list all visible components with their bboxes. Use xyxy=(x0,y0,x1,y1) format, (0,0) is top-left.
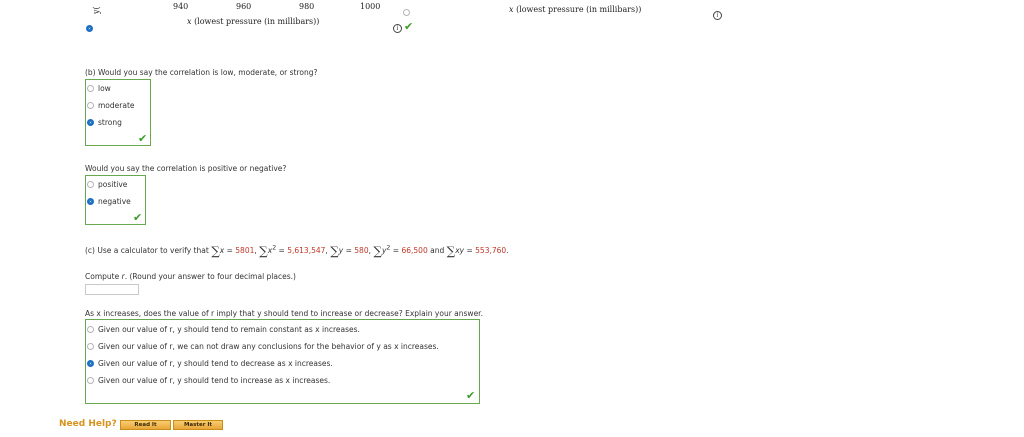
option-no-conclusion-label: Given our value of r, we can not draw an… xyxy=(98,342,439,351)
x-axis-label-right: x (lowest pressure (in millibars)) xyxy=(509,5,641,14)
sum-y-value: 580 xyxy=(354,246,369,255)
option-moderate-label: moderate xyxy=(98,101,135,110)
read-it-button[interactable]: Read It xyxy=(120,420,171,430)
option-constant[interactable]: Given our value of r, y should tend to r… xyxy=(87,325,360,334)
correct-check-icon: ✔ xyxy=(404,20,414,33)
option-increase[interactable]: Given our value of r, y should tend to i… xyxy=(87,376,330,385)
sigma-icon: ∑ xyxy=(211,244,220,258)
sigma-icon: ∑ xyxy=(330,244,339,258)
x-tick-1000: 1000 xyxy=(360,2,381,11)
r-answer-input[interactable] xyxy=(85,284,139,295)
x-axis-text: (lowest pressure (in millibars)) xyxy=(194,17,320,26)
option-negative[interactable]: negative xyxy=(87,197,131,206)
option-moderate[interactable]: moderate xyxy=(87,101,135,110)
option-negative-label: negative xyxy=(98,197,131,206)
x-axis-var-right: x xyxy=(509,5,514,14)
part-c-question: As x increases, does the value of r impl… xyxy=(85,309,483,318)
option-strong-label: strong xyxy=(98,118,122,127)
option-constant-label: Given our value of r, y should tend to r… xyxy=(98,325,360,334)
radio-increase[interactable] xyxy=(87,377,94,384)
part-c-sums: (c) Use a calculator to verify that ∑x =… xyxy=(85,244,509,258)
graph-choice-radio[interactable] xyxy=(403,9,410,16)
correct-check-icon: ✔ xyxy=(138,132,148,145)
x-axis-text-right: (lowest pressure (in millibars)) xyxy=(516,5,642,14)
option-low[interactable]: low xyxy=(87,84,111,93)
sigma-icon: ∑ xyxy=(373,244,382,258)
y-axis-label-fragment: y( xyxy=(92,6,101,14)
compute-prefix: Compute xyxy=(85,272,120,281)
radio-positive[interactable] xyxy=(87,181,94,188)
correct-check-icon: ✔ xyxy=(133,211,143,224)
option-positive[interactable]: positive xyxy=(87,180,127,189)
sum-x2-value: 5,613,547 xyxy=(287,246,326,255)
x-axis-label-left: x (lowest pressure (in millibars)) xyxy=(187,17,319,26)
option-positive-label: positive xyxy=(98,180,128,189)
sigma-icon: ∑ xyxy=(259,244,268,258)
radio-constant[interactable] xyxy=(87,326,94,333)
option-strong[interactable]: strong xyxy=(87,118,122,127)
x-tick-980: 980 xyxy=(299,2,315,11)
radio-no-conclusion[interactable] xyxy=(87,343,94,350)
x-tick-940: 940 xyxy=(173,2,189,11)
need-help-label: Need Help? xyxy=(59,419,117,429)
sigma-icon: ∑ xyxy=(446,244,456,258)
info-icon[interactable]: i xyxy=(393,24,402,33)
master-it-button[interactable]: Master It xyxy=(173,420,223,430)
graph-choice-radio-selected[interactable] xyxy=(86,25,93,32)
option-increase-label: Given our value of r, y should tend to i… xyxy=(98,376,331,385)
part-c-prefix: (c) Use a calculator to verify that xyxy=(85,246,209,255)
part-b-question-2: Would you say the correlation is positiv… xyxy=(85,164,287,173)
compute-suffix: . (Round your answer to four decimal pla… xyxy=(124,272,296,281)
radio-strong[interactable] xyxy=(87,119,94,126)
correct-check-icon: ✔ xyxy=(466,389,476,402)
option-low-label: low xyxy=(98,84,111,93)
radio-negative[interactable] xyxy=(87,198,94,205)
info-icon-right[interactable]: i xyxy=(713,11,722,20)
option-decrease-label: Given our value of r, y should tend to d… xyxy=(98,359,333,368)
sum-xy-value: 553,760 xyxy=(475,246,507,255)
radio-decrease[interactable] xyxy=(87,360,94,367)
radio-moderate[interactable] xyxy=(87,102,94,109)
radio-low[interactable] xyxy=(87,85,94,92)
sum-x-value: 5801 xyxy=(235,246,255,255)
x-tick-960: 960 xyxy=(236,2,252,11)
compute-r-prompt: Compute r. (Round your answer to four de… xyxy=(85,272,296,281)
sum-y2-value: 66,500 xyxy=(401,246,428,255)
option-no-conclusion[interactable]: Given our value of r, we can not draw an… xyxy=(87,342,439,351)
option-decrease[interactable]: Given our value of r, y should tend to d… xyxy=(87,359,333,368)
part-b-question: (b) Would you say the correlation is low… xyxy=(85,68,318,77)
and-word: and xyxy=(430,246,445,255)
x-axis-var: x xyxy=(187,17,192,26)
